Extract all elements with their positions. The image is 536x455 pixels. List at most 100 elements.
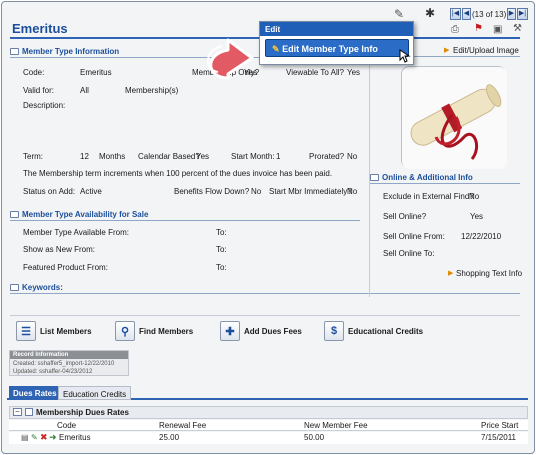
callout-arrow [207, 38, 254, 80]
benefits-label: Benefits Flow Down? [174, 187, 250, 196]
row-price-start: 7/15/2011 [481, 433, 516, 442]
collapse-icon[interactable] [10, 48, 19, 55]
member-type-image [401, 66, 507, 169]
members-list-icon: ☰ [16, 321, 36, 341]
record-information: Record Information Created: sshaffer5_im… [9, 350, 129, 376]
member-type-window: Emeritus ✎ ✱ |◀ ◀ (13 of 13) ▶ ▶| ⎙ ⚑ ▣ … [1, 1, 535, 454]
first-record-button[interactable]: |◀ [450, 8, 461, 20]
record-updated: Updated: sshaffer-04/23/2012 [13, 369, 93, 375]
calendar-value: Yes [196, 152, 210, 161]
flag-icon[interactable]: ⚑ [474, 23, 483, 34]
benefits-value: No [251, 187, 262, 196]
educational-credits-button[interactable]: $ Educational Credits [324, 320, 423, 342]
dues-grid-columns [9, 420, 528, 431]
cursor-icon [399, 49, 411, 63]
page-title: Emeritus [12, 21, 68, 36]
add-dues-fees-button[interactable]: ✚ Add Dues Fees [220, 320, 302, 342]
start-mbr-label: Start Mbr Immediately? [269, 187, 352, 196]
collapse-grid-icon[interactable]: – [13, 408, 22, 416]
triangle-icon: ▶ [444, 47, 450, 54]
delete-icon[interactable]: ✖ [40, 432, 48, 443]
status-value: Active [80, 187, 102, 196]
new-to-label: To: [216, 245, 227, 254]
availability-header[interactable]: Member Type Availability for Sale [10, 210, 148, 219]
find-members-button[interactable]: ⚲ Find Members [115, 320, 193, 342]
tab-education-credits[interactable]: Education Credits [58, 386, 132, 400]
triangle-icon: ▶ [448, 270, 454, 277]
column-divider [369, 42, 370, 297]
collapse-icon[interactable] [10, 284, 19, 291]
status-label: Status on Add: [23, 187, 76, 196]
edit-member-type-info-item[interactable]: ✎ Edit Member Type Info [265, 39, 409, 57]
exclude-label: Exclude in External Find? [383, 192, 474, 201]
window-icon[interactable]: ▣ [493, 24, 502, 35]
prorated-label: Prorated? [309, 152, 345, 161]
edit-upload-image-link[interactable]: Edit/Upload Image [453, 46, 519, 55]
exclude-value: No [469, 192, 480, 201]
code-label: Code: [23, 68, 45, 77]
dues-grid-title: Membership Dues Rates [36, 408, 129, 417]
start-mbr-value: No [347, 187, 358, 196]
start-month-value: 1 [276, 152, 281, 161]
valid-for-label: Valid for: [23, 86, 54, 95]
grid-icon [25, 408, 33, 416]
pencil-icon: ✎ [272, 44, 280, 54]
increment-text: The Membership term increments when 100 … [23, 169, 333, 178]
print-icon[interactable]: ⎙ [451, 24, 459, 35]
pencil-icon[interactable]: ✎ [394, 7, 404, 21]
section-rule [370, 183, 520, 184]
last-record-button[interactable]: ▶| [517, 8, 528, 20]
column-price-start[interactable]: Price Start [481, 421, 518, 430]
code-value: Emeritus [80, 68, 112, 77]
term-label: Term: [23, 152, 43, 161]
list-members-button[interactable]: ☰ List Members [16, 320, 92, 342]
tools-icon[interactable]: ✱ [425, 6, 435, 20]
row-renewal-fee: 25.00 [159, 433, 180, 442]
keywords-header[interactable]: Keywords: [10, 283, 63, 292]
featured-to-label: To: [216, 263, 227, 272]
term-unit: Months [99, 152, 126, 161]
valid-for-unit: Membership(s) [125, 86, 179, 95]
edit-menu-heading: Edit [260, 22, 413, 36]
shopping-text-link[interactable]: Shopping Text Info [456, 269, 522, 278]
find-members-icon: ⚲ [115, 321, 135, 341]
viewable-label: Viewable To All? [286, 68, 344, 77]
record-created: Created: sshaffer5_import-12/22/2010 [13, 361, 115, 367]
prev-record-button[interactable]: ◀ [462, 8, 471, 20]
credits-icon: $ [324, 321, 344, 341]
available-to-label: To: [216, 228, 227, 237]
term-value: 12 [80, 152, 89, 161]
collapse-icon[interactable] [10, 211, 19, 218]
available-from-label: Member Type Available From: [23, 228, 129, 237]
online-info-header[interactable]: Online & Additional Info [370, 173, 473, 182]
member-type-info-header[interactable]: Member Type Information [10, 47, 119, 56]
column-code[interactable]: Code [57, 421, 76, 430]
prorated-value: No [347, 152, 358, 161]
next-record-button[interactable]: ▶ [507, 8, 516, 20]
featured-from-label: Featured Product From: [23, 263, 108, 272]
edit-member-type-info-label: Edit Member Type Info [282, 44, 378, 54]
sell-to-label: Sell Online To: [383, 249, 435, 258]
detail-icon[interactable]: ▤ [21, 433, 29, 442]
valid-for-value: All [80, 86, 89, 95]
description-label: Description: [23, 101, 66, 110]
row-code: Emeritus [59, 433, 91, 442]
row-new-member-fee: 50.00 [304, 433, 325, 442]
diploma-image [402, 67, 507, 169]
go-icon[interactable]: ➜ [49, 432, 57, 443]
calendar-label: Calendar Based? [138, 152, 200, 161]
section-rule [10, 220, 360, 221]
sell-online-value: Yes [470, 212, 484, 221]
add-fees-icon: ✚ [220, 321, 240, 341]
new-from-label: Show as New From: [23, 245, 96, 254]
edit-icon[interactable]: ✎ [31, 433, 38, 442]
column-renewal-fee[interactable]: Renewal Fee [159, 421, 206, 430]
wrench-icon[interactable]: ⚒ [513, 23, 522, 34]
collapse-icon[interactable] [370, 174, 379, 181]
record-info-title: Record Information [10, 351, 128, 359]
record-counter: (13 of 13) [472, 10, 507, 19]
tab-dues-rates[interactable]: Dues Rates [9, 386, 61, 400]
start-month-label: Start Month: [231, 152, 275, 161]
sell-online-label: Sell Online? [383, 212, 427, 221]
column-new-member-fee[interactable]: New Member Fee [304, 421, 368, 430]
